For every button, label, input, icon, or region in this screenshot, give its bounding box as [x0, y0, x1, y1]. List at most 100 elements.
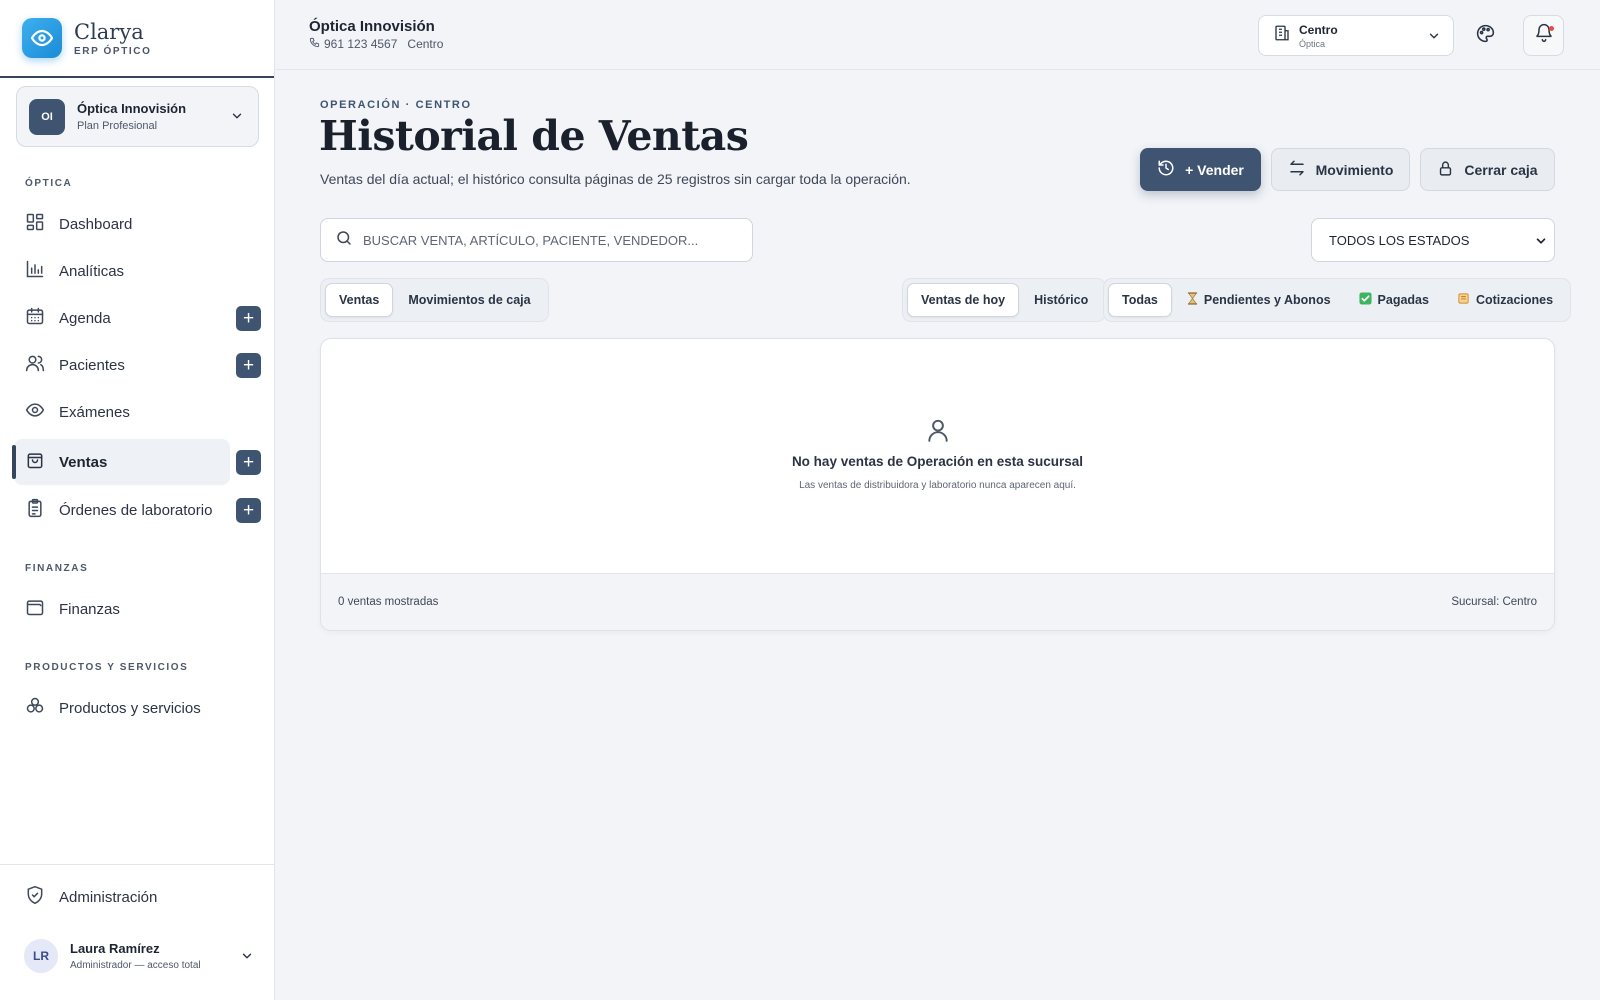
lock-icon — [1437, 160, 1454, 180]
chevron-down-icon — [1534, 234, 1548, 251]
add-paciente-button[interactable]: + — [236, 353, 261, 378]
dashboard-icon — [25, 212, 45, 236]
add-venta-button[interactable]: + — [236, 450, 261, 475]
sidebar-item-dashboard[interactable]: Dashboard — [14, 201, 230, 247]
search-field[interactable] — [320, 218, 753, 262]
calendar-icon — [25, 306, 45, 330]
eye-logo-icon — [22, 18, 62, 58]
sidebar-item-label: Pacientes — [59, 356, 125, 374]
search-icon — [335, 229, 353, 252]
vender-button[interactable]: + Vender — [1140, 148, 1261, 191]
status-filter-value: TODOS LOS ESTADOS — [1329, 232, 1470, 248]
sales-panel: No hay ventas de Operación en esta sucur… — [320, 338, 1555, 631]
vender-label: + Vender — [1185, 161, 1244, 178]
building-icon — [1273, 24, 1291, 47]
top-bar: Óptica Innovisión 961 123 4567 Centro Ce… — [276, 0, 1600, 70]
section-label-productos: PRODUCTOS Y SERVICIOS — [25, 662, 189, 673]
sidebar-item-label: Finanzas — [59, 600, 120, 618]
tab-todas[interactable]: Todas — [1108, 283, 1172, 317]
breadcrumb: OPERACIÓN · CENTRO — [320, 99, 472, 111]
store-location: Centro — [407, 37, 444, 51]
status-filter-select[interactable]: TODOS LOS ESTADOS — [1311, 218, 1555, 262]
shield-icon — [25, 885, 45, 909]
sidebar-item-label: Agenda — [59, 309, 111, 327]
swap-arrows-icon — [1288, 159, 1306, 180]
palette-icon — [1475, 23, 1496, 49]
user-menu[interactable]: LR Laura Ramírez Administrador — acceso … — [24, 939, 254, 973]
eye-icon — [25, 400, 45, 424]
boxes-icon — [25, 696, 45, 720]
chevron-down-icon — [240, 949, 254, 968]
org-name: Óptica Innovisión — [77, 101, 187, 116]
brand-subtitle: ERP ÓPTICO — [74, 45, 152, 57]
notifications-button[interactable] — [1523, 15, 1564, 56]
scroll-icon — [1457, 292, 1470, 308]
sidebar-item-examenes[interactable]: Exámenes — [14, 389, 230, 435]
theme-button[interactable] — [1465, 15, 1506, 56]
notification-dot — [1549, 26, 1554, 31]
sidebar-item-productos[interactable]: Productos y servicios — [14, 685, 230, 731]
branch-name: Centro — [1299, 22, 1338, 37]
tab-movimientos-caja[interactable]: Movimientos de caja — [395, 283, 543, 317]
chart-icon — [25, 259, 45, 283]
sidebar: Clarya ERP ÓPTICO OI Óptica Innovisión P… — [0, 0, 275, 1000]
cerrar-caja-button[interactable]: Cerrar caja — [1420, 148, 1555, 191]
tab-historico[interactable]: Histórico — [1021, 283, 1101, 317]
section-label-finanzas: FINANZAS — [25, 563, 89, 574]
users-icon — [25, 353, 45, 377]
branch-type: Óptica — [1299, 38, 1326, 49]
plus-icon: + — [242, 500, 255, 521]
sidebar-item-ordenes-laboratorio[interactable]: Órdenes de laboratorio — [14, 487, 230, 533]
sidebar-item-finanzas[interactable]: Finanzas — [14, 586, 230, 632]
tab-ventas[interactable]: Ventas — [325, 283, 394, 317]
tab-cotizaciones[interactable]: Cotizaciones — [1444, 283, 1566, 317]
add-orden-button[interactable]: + — [236, 498, 261, 523]
clipboard-icon — [25, 498, 45, 522]
empty-state-subtitle: Las ventas de distribuidora y laboratori… — [799, 480, 1076, 491]
org-avatar: OI — [29, 98, 65, 135]
shopping-bag-icon — [25, 450, 45, 474]
page-title: Historial de Ventas — [319, 112, 749, 160]
hourglass-icon — [1187, 292, 1198, 308]
chevron-down-icon — [1427, 29, 1441, 48]
add-agenda-button[interactable]: + — [236, 306, 261, 331]
sidebar-item-agenda[interactable]: Agenda — [14, 295, 230, 341]
plus-icon: + — [242, 355, 255, 376]
branch-selector[interactable]: Centro Óptica — [1258, 15, 1454, 56]
sidebar-item-ventas[interactable]: Ventas — [12, 439, 230, 485]
organization-switcher[interactable]: OI Óptica Innovisión Plan Profesional — [16, 86, 259, 147]
movimiento-label: Movimiento — [1315, 161, 1394, 178]
status-tabs: Todas Pendientes y Abonos Pagadas Cotiza… — [1103, 278, 1572, 322]
sidebar-item-label: Órdenes de laboratorio — [59, 501, 213, 519]
tab-pendientes-label: Pendientes y Abonos — [1203, 293, 1331, 307]
phone-icon — [309, 37, 320, 51]
plus-icon: + — [242, 308, 255, 329]
sidebar-item-label: Administración — [59, 888, 158, 906]
search-input[interactable] — [363, 232, 733, 248]
cerrar-caja-label: Cerrar caja — [1464, 161, 1538, 178]
sidebar-item-analiticas[interactable]: Analíticas — [14, 248, 230, 294]
sidebar-item-label: Ventas — [59, 453, 108, 471]
sidebar-item-pacientes[interactable]: Pacientes — [14, 342, 230, 388]
store-phone: 961 123 4567 — [324, 37, 398, 51]
branch-footer: Sucursal: Centro — [1451, 596, 1537, 608]
history-icon — [1157, 159, 1175, 180]
period-tabs: Ventas de hoy Histórico — [902, 278, 1107, 322]
view-tabs: Ventas Movimientos de caja — [320, 278, 549, 322]
avatar: LR — [24, 939, 58, 973]
sidebar-item-administracion[interactable]: Administración — [14, 874, 230, 920]
chevron-down-icon — [230, 109, 244, 128]
brand[interactable]: Clarya ERP ÓPTICO — [0, 0, 274, 78]
tab-ventas-hoy[interactable]: Ventas de hoy — [907, 283, 1020, 317]
org-plan: Plan Profesional — [77, 120, 158, 132]
tab-pagadas-label: Pagadas — [1377, 293, 1429, 307]
sidebar-item-label: Exámenes — [59, 403, 130, 421]
movimiento-button[interactable]: Movimiento — [1271, 148, 1410, 191]
store-contact: 961 123 4567 Centro — [309, 37, 443, 51]
sidebar-footer: Administración LR Laura Ramírez Administ… — [0, 864, 275, 1000]
empty-state-title: No hay ventas de Operación en esta sucur… — [791, 454, 1084, 469]
tab-pagadas[interactable]: Pagadas — [1346, 283, 1442, 317]
tab-pendientes[interactable]: Pendientes y Abonos — [1174, 283, 1344, 317]
brand-name: Clarya — [74, 19, 144, 44]
user-name: Laura Ramírez — [70, 941, 160, 956]
